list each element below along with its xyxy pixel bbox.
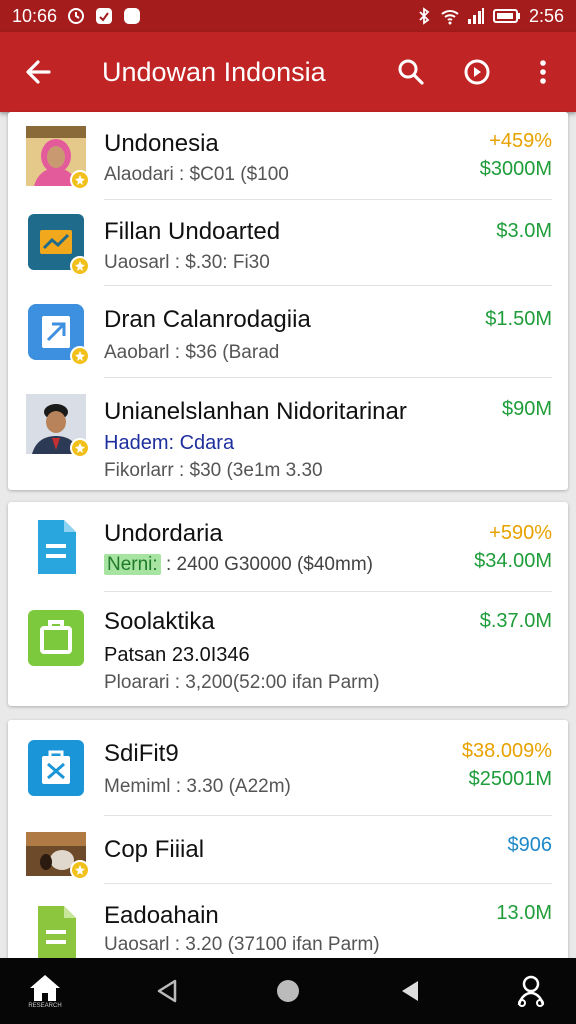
- item-title: Fillan Undoarted: [104, 218, 281, 245]
- arrow-left-icon: [26, 60, 51, 84]
- alarm-icon: [68, 8, 85, 24]
- app-bar: Undowan Indonsia: [0, 32, 576, 112]
- home-label: RESEARCH: [28, 1003, 62, 1009]
- item-subtitle: Aaobarl : $36 (Barad: [104, 342, 280, 363]
- status-bar: 10:66 2:56: [0, 0, 576, 32]
- play-button[interactable]: [444, 32, 510, 112]
- star-badge-icon: [70, 256, 90, 276]
- home-button[interactable]: RESEARCH: [22, 968, 68, 1014]
- item-value: 13.0M: [496, 902, 552, 924]
- item-value: $34.00M: [474, 550, 552, 572]
- item-subtitle-row: Nerni: : 2400 G30000 ($40mm): [104, 554, 373, 576]
- list-item[interactable]: Soolaktika Patsan 23.0I346 Ploarari : 3,…: [8, 592, 568, 706]
- battery-icon: [492, 9, 520, 23]
- star-badge-icon: [70, 170, 90, 190]
- item-change: +590%: [489, 522, 552, 544]
- status-time-left: 10:66: [12, 5, 58, 26]
- item-title: SdiFit9: [104, 740, 179, 767]
- item-value: $906: [507, 834, 553, 856]
- item-title: Unianelslanhan Nidoritarinar: [104, 398, 407, 425]
- circle-home-icon: [277, 980, 299, 1002]
- list-item[interactable]: SdiFit9 Memiml : 3.30 (A22m) $38.009% $2…: [8, 720, 568, 816]
- bottom-navigation-bar: RESEARCH: [0, 958, 576, 1024]
- person-icon: [517, 975, 545, 1007]
- back-button[interactable]: [0, 32, 76, 112]
- item-value: $90M: [501, 398, 552, 420]
- item-subtitle: Fikorlarr : $30 (3e1m 3.30: [104, 460, 323, 481]
- app-icon: [26, 302, 90, 366]
- nav-home-circle-button[interactable]: [265, 968, 311, 1014]
- item-subtitle: Uaosarl : 3.20 (37100 ifan Parm): [104, 934, 380, 955]
- play-circle-icon: [464, 59, 490, 85]
- home-icon: [30, 975, 60, 1001]
- item-link-label: Hadem:: [104, 432, 175, 454]
- item-title: Dran Calanrodagiia: [104, 306, 311, 333]
- nav-back-button[interactable]: [144, 968, 190, 1014]
- star-badge-icon: [70, 346, 90, 366]
- app-icon: [26, 212, 90, 276]
- bag-app-icon: [28, 610, 84, 666]
- notification-dot-icon: [124, 8, 141, 24]
- item-value: $1.50M: [485, 308, 552, 330]
- triangle-back-icon: [157, 979, 176, 1003]
- list-item[interactable]: Unianelslanhan Nidoritarinar Hadem: Cdar…: [8, 378, 568, 490]
- item-subtitle: : 2400 G30000 ($40mm): [165, 554, 373, 575]
- document-icon: [38, 520, 76, 574]
- item-value: $3.0M: [496, 220, 552, 242]
- app-icon: [26, 518, 86, 578]
- more-vert-icon: [540, 60, 546, 84]
- item-change: $38.009%: [461, 740, 552, 762]
- avatar: [26, 394, 90, 458]
- item-title: Undonesia: [104, 130, 219, 157]
- more-options-button[interactable]: [510, 32, 576, 112]
- item-link[interactable]: Cdara: [180, 432, 234, 454]
- item-title: Soolaktika: [104, 608, 215, 635]
- stock-card-3: SdiFit9 Memiml : 3.30 (A22m) $38.009% $2…: [8, 720, 568, 970]
- status-badge: Nerni:: [104, 554, 161, 575]
- search-icon: [398, 59, 424, 85]
- list-item[interactable]: Undordaria Nerni: : 2400 G30000 ($40mm) …: [8, 502, 568, 592]
- list-item[interactable]: Undonesia Alaodari : $C01 ($100 +459% $3…: [8, 112, 568, 200]
- item-value: $25001M: [468, 768, 552, 790]
- page-title: Undowan Indonsia: [102, 56, 326, 87]
- shopping-app-icon: [28, 740, 84, 796]
- bluetooth-icon: [419, 7, 430, 25]
- list-item[interactable]: Cop Fiiial $906: [8, 816, 568, 884]
- stock-card-1: Undonesia Alaodari : $C01 ($100 +459% $3…: [8, 112, 568, 490]
- status-time-right: 2:56: [528, 5, 564, 26]
- item-value: $3000M: [479, 158, 552, 180]
- item-subtitle: Alaodari : $C01 ($100: [104, 164, 289, 185]
- wifi-icon: [441, 10, 459, 25]
- item-subtitle: Memiml : 3.30 (A22m): [104, 776, 291, 797]
- app-icon: [26, 738, 86, 798]
- document-icon: [38, 906, 76, 960]
- nav-recent-button[interactable]: [387, 968, 433, 1014]
- item-title: Undordaria: [104, 520, 223, 547]
- item-detail: Patsan 23.0I346: [104, 644, 250, 666]
- item-change: +459%: [489, 130, 552, 152]
- app-icon: [26, 608, 86, 668]
- item-link-row: Hadem: Cdara: [104, 432, 234, 455]
- app-icon: [26, 904, 86, 964]
- star-badge-icon: [70, 438, 90, 458]
- item-subtitle: Uaosarl : $.30: Fi30: [104, 252, 270, 273]
- stock-card-2: Undordaria Nerni: : 2400 G30000 ($40mm) …: [8, 502, 568, 706]
- search-button[interactable]: [378, 32, 444, 112]
- item-title: Eadoahain: [104, 902, 219, 929]
- list-item[interactable]: Dran Calanrodagiia Aaobarl : $36 (Barad …: [8, 286, 568, 378]
- app-notification-icon: [96, 8, 113, 24]
- list-item[interactable]: Fillan Undoarted Uaosarl : $.30: Fi30 $3…: [8, 200, 568, 286]
- item-value: $.37.0M: [479, 610, 552, 632]
- signal-icon: [467, 8, 484, 24]
- triangle-filled-icon: [401, 981, 418, 1001]
- avatar: [26, 832, 90, 880]
- star-badge-icon: [70, 860, 90, 880]
- item-title: Cop Fiiial: [104, 836, 205, 863]
- profile-button[interactable]: [508, 968, 554, 1014]
- avatar: [26, 126, 90, 190]
- item-subtitle: Ploarari : 3,200(52:00 ifan Parm): [104, 672, 380, 693]
